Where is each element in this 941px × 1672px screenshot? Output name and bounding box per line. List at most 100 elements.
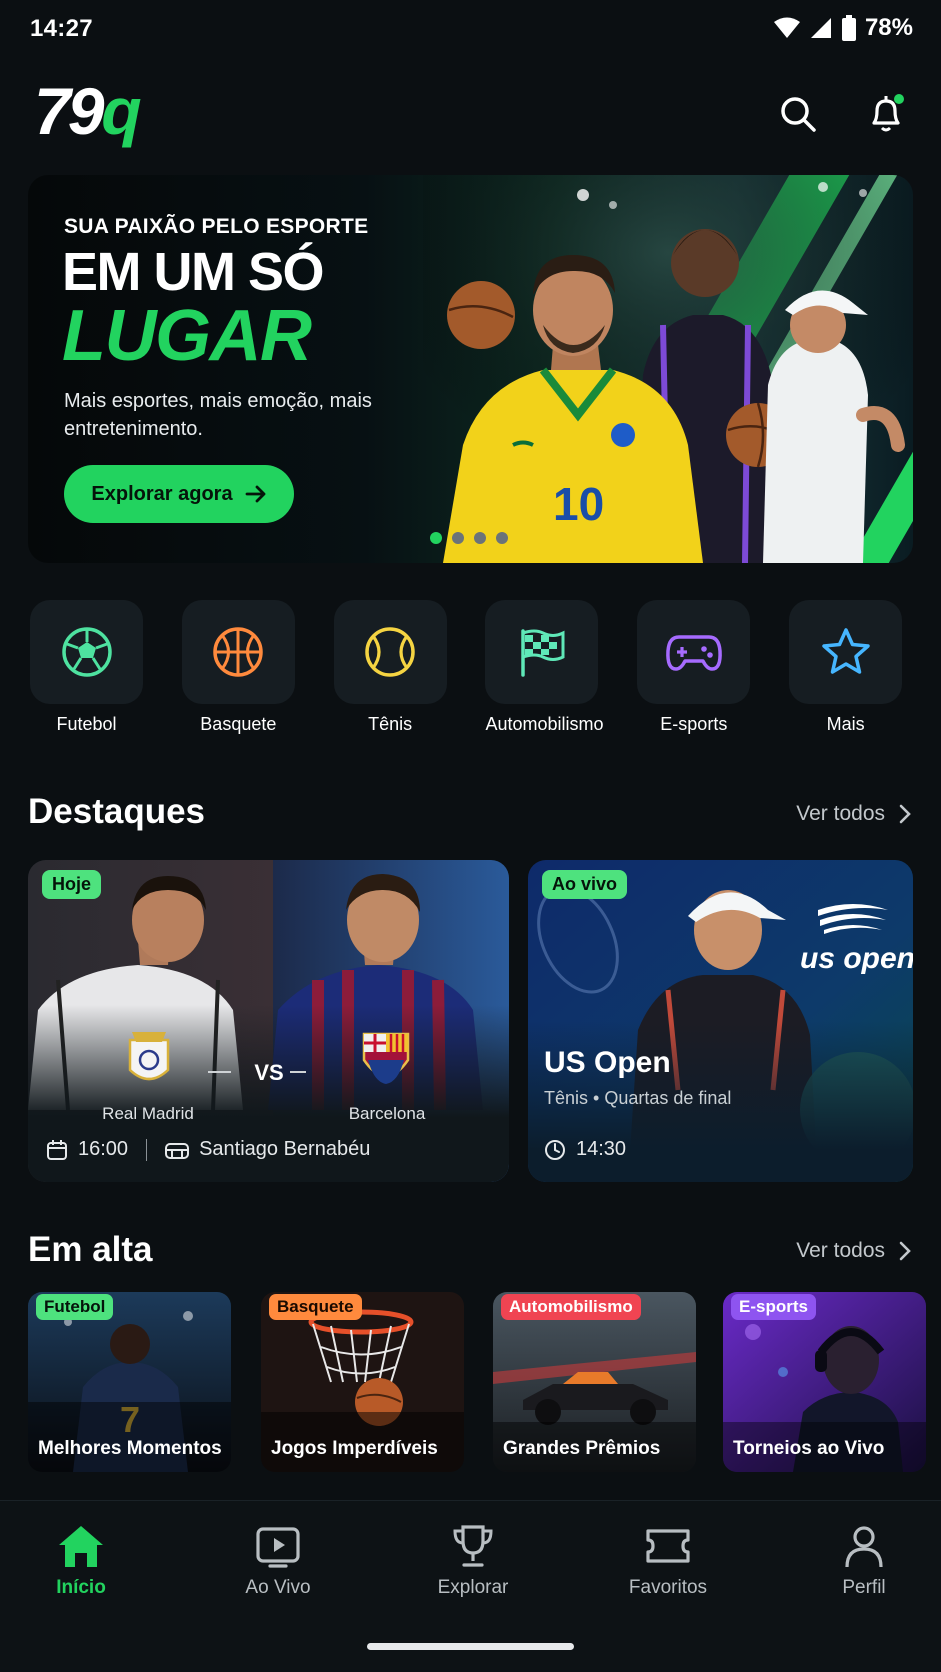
category-tile[interactable] [181, 600, 295, 704]
cell-signal-icon [810, 18, 831, 38]
carousel-dot[interactable] [430, 532, 442, 544]
category-tile[interactable] [30, 600, 143, 704]
nav-ao-vivo[interactable]: Ao Vivo [213, 1523, 343, 1599]
tile-label: Grandes Prêmios [503, 1438, 661, 1459]
category-tile[interactable] [333, 600, 447, 704]
nav-perfil[interactable]: Perfil [799, 1523, 929, 1599]
trending-see-all[interactable]: Ver todos [796, 1239, 911, 1263]
bell-icon [872, 94, 904, 132]
category-mais[interactable]: Mais [789, 600, 941, 735]
explore-now-button[interactable]: Explorar agora [64, 465, 294, 523]
carousel-dot[interactable] [474, 532, 486, 544]
nav-label: Início [56, 1577, 106, 1598]
event-time: 14:30 [576, 1138, 627, 1160]
tile-label: Jogos Imperdíveis [271, 1438, 438, 1459]
category-basquete[interactable]: Basquete [181, 600, 334, 735]
category-label: Mais [826, 714, 865, 734]
live-tv-icon [256, 1527, 300, 1568]
wifi-icon [773, 17, 800, 38]
match-image: VS [28, 860, 509, 1182]
trending-tile-basquete[interactable]: Basquete Jogos Imperdíveis [261, 1292, 464, 1472]
event-image: us open [528, 860, 913, 1182]
highlights-title: Destaques [28, 792, 206, 831]
tennis-ball-icon [365, 627, 415, 677]
category-tenis[interactable]: Tênis [333, 600, 486, 735]
category-tile[interactable] [485, 600, 599, 704]
trending-tile-esports[interactable]: E-sports Torneios ao Vivo [723, 1292, 926, 1472]
nav-inicio[interactable]: Início [16, 1523, 146, 1599]
gamepad-icon [665, 635, 722, 671]
trending-title: Em alta [28, 1230, 153, 1269]
tile-badge: Automobilismo [501, 1294, 641, 1320]
trophy-icon [453, 1525, 493, 1567]
trending-tile-automobilismo[interactable]: Automobilismo Grandes Prêmios [493, 1292, 696, 1472]
match-time: 16:00 [78, 1138, 129, 1160]
arrow-right-icon [245, 485, 265, 503]
hero-subtitle: Mais esportes, mais emoção, mais entrete… [64, 390, 372, 440]
hero-title-line1: EM UM SÓ [62, 242, 325, 302]
status-icons: 78% [773, 14, 913, 42]
event-meta: 14:30 [544, 1138, 626, 1161]
event-card[interactable]: us open Ao vivo US Open Tênis • Quartas … [528, 860, 913, 1182]
match-card[interactable]: VS Hoje Real Madrid Barcelona 16:00 Sant… [28, 860, 509, 1182]
carousel-dot[interactable] [452, 532, 464, 544]
star-icon [821, 628, 870, 674]
real-madrid-crest-icon [128, 1032, 170, 1081]
tile-badge: Basquete [269, 1294, 362, 1320]
explore-now-label: Explorar agora [91, 482, 233, 505]
status-bar: 14:27 78% [0, 0, 941, 58]
hero-title-line2: LUGAR [62, 296, 312, 376]
checkered-flag-icon [521, 629, 565, 677]
category-label: Automobilismo [485, 714, 604, 734]
search-button[interactable] [776, 92, 820, 136]
event-subtitle: Tênis • Quartas de final [544, 1088, 732, 1108]
logo-accent: q [101, 74, 141, 148]
nav-explorar[interactable]: Explorar [408, 1523, 538, 1599]
live-badge: Ao vivo [542, 870, 628, 899]
nav-favoritos[interactable]: Favoritos [603, 1523, 733, 1599]
match-venue: Santiago Bernabéu [199, 1138, 371, 1160]
tile-label: Torneios ao Vivo [733, 1438, 885, 1459]
basketball-icon [213, 627, 264, 677]
soccer-ball-icon [61, 627, 112, 677]
see-all-label: Ver todos [796, 802, 885, 825]
category-tile[interactable] [637, 600, 751, 704]
event-title: US Open [544, 1046, 671, 1079]
logo-main: 79 [34, 74, 104, 148]
stadium-icon [165, 1142, 190, 1159]
nav-label: Explorar [437, 1577, 509, 1598]
away-team-name: Barcelona [348, 1104, 426, 1123]
chevron-right-icon [899, 804, 911, 824]
us-open-brand: us open [800, 942, 913, 975]
home-indicator[interactable] [367, 1643, 574, 1650]
athletes-image: 10 [423, 175, 913, 563]
see-all-label: Ver todos [796, 1239, 885, 1262]
ticket-icon [646, 1529, 690, 1563]
jersey-number: 10 [553, 478, 604, 530]
carousel-dots[interactable] [430, 532, 508, 544]
tile-label: Melhores Momentos [38, 1438, 222, 1459]
carousel-dot[interactable] [496, 532, 508, 544]
nav-label: Favoritos [628, 1577, 708, 1598]
match-meta: 16:00 Santiago Bernabéu [46, 1138, 370, 1161]
nav-label: Perfil [842, 1577, 886, 1598]
category-futebol[interactable]: Futebol [30, 600, 182, 735]
notifications-button[interactable] [864, 92, 908, 136]
category-tile[interactable] [789, 600, 903, 704]
search-icon [781, 97, 816, 132]
highlights-see-all[interactable]: Ver todos [796, 802, 911, 826]
category-label: E-sports [660, 714, 728, 734]
category-list: Futebol Basquete Tênis Automobilismo E-s… [30, 600, 941, 735]
category-automobilismo[interactable]: Automobilismo [485, 600, 637, 735]
app-logo[interactable]: 79q [34, 78, 142, 144]
battery-percent: 78% [864, 14, 913, 41]
tile-badge: E-sports [731, 1294, 816, 1320]
vs-label: VS [254, 1060, 283, 1085]
trending-tile-futebol[interactable]: 7 Futebol Melhores Momentos [28, 1292, 231, 1472]
category-esports[interactable]: E-sports [637, 600, 789, 735]
category-label: Basquete [200, 714, 277, 734]
hero-banner[interactable]: 10 SUA PAIXÃO PELO ESPORTE EM UM SÓ LUGA… [28, 175, 913, 563]
user-icon [845, 1526, 883, 1568]
category-label: Tênis [368, 714, 413, 734]
battery-icon [841, 15, 856, 41]
